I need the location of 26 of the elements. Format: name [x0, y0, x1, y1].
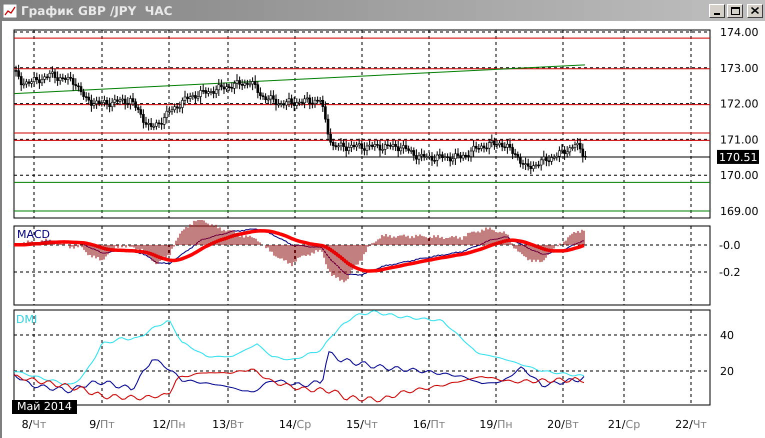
dmi-axis-label: 20 [720, 365, 734, 378]
date-axis-label: 16/Пт [412, 418, 446, 431]
price-axis-label: 174.00 [720, 26, 758, 39]
date-axis-label: 8/Чт [22, 418, 46, 431]
price-axis-label: 169.00 [720, 205, 758, 218]
price-axis-label: 170.00 [720, 169, 758, 182]
date-axis-label: 19/Пн [479, 418, 513, 431]
date-axis-label: 9/Пт [89, 418, 115, 431]
price-axis-label: 173.00 [720, 62, 758, 75]
date-axis-label: 15/Чт [346, 418, 378, 431]
indicator-title: MACD [17, 228, 50, 241]
window-title: График GBP /JPY ЧАС [21, 2, 172, 20]
date-axis-label: 13/Вт [212, 418, 244, 431]
date-axis-label: 12/Пн [152, 418, 186, 431]
indicator-title: DMI [16, 313, 38, 326]
macd-axis-label: -0.2 [719, 266, 740, 279]
price-axis-label: 172.00 [720, 98, 758, 111]
period-label: Май 2014 [12, 400, 77, 414]
dmi-axis-label: 40 [720, 329, 734, 342]
price-axis-label: 171.00 [720, 133, 758, 146]
date-axis-label: 14/Ср [278, 418, 312, 431]
date-axis-label: 21/Ср [608, 418, 640, 431]
date-axis-label: 20/Вт [547, 418, 579, 431]
macd-axis-label: -0.0 [719, 239, 740, 252]
current-price-label: 170.51 [717, 150, 759, 164]
date-axis-label: 22/Чт [675, 418, 707, 431]
